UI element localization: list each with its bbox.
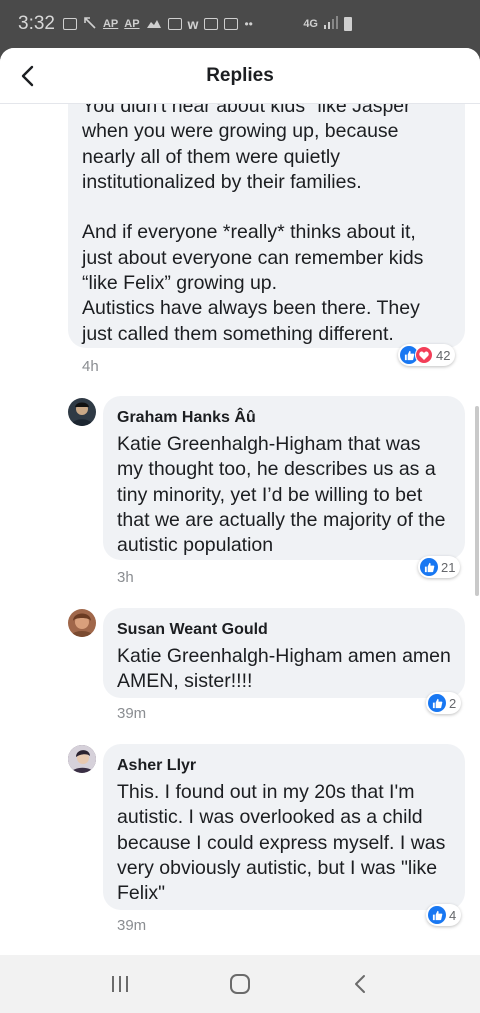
reply-bubble[interactable]: Susan Weant Gould Katie Greenhalgh-Higha… (103, 608, 465, 698)
message-icon (62, 18, 77, 30)
page-title: Replies (206, 65, 274, 86)
more-dots-icon: •• (244, 17, 253, 31)
system-icons: 4G (303, 16, 352, 32)
replies-sheet: Replies You didn't hear about kids "like… (0, 48, 480, 955)
status-time: 3:32 (18, 13, 55, 34)
home-icon (230, 974, 250, 994)
avatar[interactable] (68, 745, 96, 773)
avatar[interactable] (68, 398, 96, 426)
signal-icon (323, 16, 339, 32)
ap-news-icon: AP (124, 18, 140, 30)
like-reaction-icon (428, 694, 446, 712)
gallery-icon (204, 18, 219, 30)
reply-bubble[interactable]: Graham Hanks Âû Katie Greenhalgh-Higham … (103, 396, 465, 560)
network-label: 4G (303, 18, 318, 30)
parent-comment-bubble[interactable]: You didn't hear about kids "like Jasper"… (68, 104, 465, 348)
reaction-count: 4 (449, 907, 457, 923)
parent-comment-text: when you were growing up, because nearly… (82, 120, 424, 345)
reply-text: Katie Greenhalgh-Higham amen amen AMEN, … (117, 645, 451, 693)
calendar-icon (224, 18, 239, 30)
reply-reactions[interactable]: 2 (426, 692, 462, 714)
reply-author-name[interactable]: Susan Weant Gould (117, 620, 451, 640)
avatar[interactable] (68, 609, 96, 637)
reaction-count: 2 (449, 695, 457, 711)
replies-header: Replies (0, 48, 480, 104)
weather-icon (146, 17, 162, 32)
replies-list[interactable]: You didn't hear about kids "like Jasper"… (0, 104, 480, 955)
missed-call-icon (83, 16, 97, 33)
battery-icon (344, 17, 352, 31)
w-app-icon: w (187, 16, 199, 32)
parent-reactions[interactable]: 42 (398, 344, 456, 366)
reply-text: This. I found out in my 20s that I'm aut… (117, 781, 446, 905)
home-button[interactable] (220, 964, 260, 1004)
reply-author-name[interactable]: Asher Llyr (117, 756, 451, 776)
recents-button[interactable] (100, 964, 140, 1004)
parent-comment-clipped-line: You didn't hear about kids "like Jasper" (82, 104, 418, 117)
parent-comment-time[interactable]: 4h (82, 358, 99, 375)
reply-reactions[interactable]: 21 (418, 556, 461, 578)
like-reaction-icon (428, 906, 446, 924)
recents-icon (112, 976, 128, 992)
like-reaction-icon (420, 558, 438, 576)
reply-text: Katie Greenhalgh-Higham that was my thou… (117, 433, 446, 557)
notification-icons: AP AP w •• (62, 16, 253, 33)
reply-time[interactable]: 3h (117, 569, 134, 586)
back-nav-button[interactable] (340, 964, 380, 1004)
status-bar: 3:32 AP AP w •• 4G (0, 0, 480, 48)
reply-reactions[interactable]: 4 (426, 904, 462, 926)
reply-author-name[interactable]: Graham Hanks Âû (117, 408, 451, 428)
scrollbar[interactable] (475, 406, 479, 596)
reaction-count: 21 (441, 559, 456, 575)
love-reaction-icon (415, 346, 433, 364)
reply-bubble[interactable]: Asher Llyr This. I found out in my 20s t… (103, 744, 465, 910)
system-nav-bar (0, 955, 480, 1013)
ap-news-icon: AP (102, 18, 119, 30)
reply-time[interactable]: 39m (117, 705, 146, 722)
reply-time[interactable]: 39m (117, 917, 146, 934)
news-icon (167, 18, 182, 30)
reaction-count: 42 (436, 347, 451, 363)
back-arrow-icon (355, 975, 365, 993)
